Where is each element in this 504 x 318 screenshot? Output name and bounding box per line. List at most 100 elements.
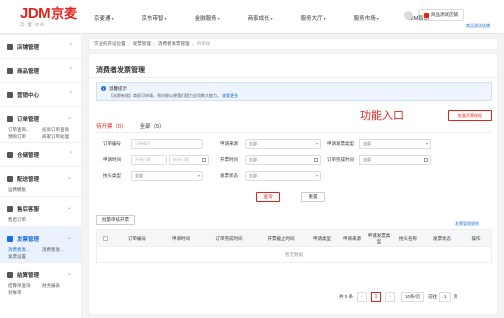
sidebar-sub-statement[interactable]: 对账单 [8,290,22,296]
filter-label: 申请发票类型 [327,141,354,146]
column-header: 抬头名称 [399,236,417,241]
shop-sub-link[interactable]: 商品测试店铺 [466,23,490,29]
sidebar-item-orders[interactable]: 订单管理 ⌄ 订单查询... 投诉订单查询 预购订单 商家订单处理 [0,107,81,143]
chevron-down-icon: ▾ [315,141,318,146]
invoice-status-select[interactable]: 全部 ▾ [245,171,321,181]
order-number-placeholder: 订单编号 [135,141,151,146]
chevron-down-icon: ▾ [315,173,318,178]
logo-slogan: 用 · 懂 · 你 的 [20,22,45,27]
breadcrumb-current: 待审核 [196,41,211,46]
sidebar-sub-order-query[interactable]: 订单查询... [8,127,30,133]
filter-row: 申请时间 开始日期 结束日期 开票时间 全部 订单完成时间 全部 [89,155,499,166]
open-time-select[interactable]: 全部 [245,155,321,165]
calendar-icon [424,158,428,162]
sidebar-sub-finance-report[interactable]: 财务报表 [42,283,60,289]
sidebar-item-goods[interactable]: 商品管理 › [0,59,81,83]
goods-icon [7,68,13,74]
nav-service-hall[interactable]: 服务大厅▾ [301,14,340,22]
chevron-down-icon: ▾ [376,16,379,21]
column-header: 申请来源 [343,236,361,241]
sidebar-sub-aftersale-orders[interactable]: 售后订单 [8,217,26,223]
sidebar-item-aftersale[interactable]: 售后客服 ⌄ 售后订单 [0,197,81,227]
apply-start-date[interactable]: 开始日期 [131,155,167,165]
breadcrumb-item[interactable]: 京业的开设位置 [94,41,126,47]
sidebar-item-label: 店铺管理 [17,45,40,51]
breadcrumb: 京业的开设位置 / 发票管理 / 消费者发票管理 / 待审核 [88,38,498,50]
next-page-button[interactable]: › [385,292,396,302]
sidebar: 店铺管理 › 商品管理 › 营销中心 › 订单管理 ⌄ 订单查询... 投诉订单查询 预… [0,35,82,318]
avatar[interactable] [404,10,413,20]
nav-service-market[interactable]: 服务市场▾ [354,14,393,22]
order-done-time-select[interactable]: 全部 [359,155,431,165]
column-header: 申请类型 [313,236,331,241]
invoice-icon [7,236,13,242]
sidebar-sub-merchant-order[interactable]: 商家订单处理 [42,134,69,140]
page-number[interactable]: 1 [371,292,382,302]
invoice-table: 订单编号 申请时间 订单完成时间 开票截止时间 申请类型 申请来源 申请发票类型… [96,229,492,263]
invoice-status-value: 全部 [249,173,257,178]
nav-jd-daizhi[interactable]: 京东带智▾ [142,14,181,22]
settlement-icon [7,272,13,278]
filter-label: 抬头类型 [103,173,121,178]
logo-jdm: JDM [20,5,51,22]
sidebar-sub-presale[interactable]: 预购订单 [8,134,26,140]
sidebar-item-settlement[interactable]: 结算管理 ⌄ 结算单查询 财务报表 对账单 [0,263,81,299]
batch-review-button[interactable]: 批量审核开票 [96,215,135,225]
sidebar-sub-consumer-invoice[interactable]: 消费者发... [8,247,30,253]
column-header: 申请时间 [172,236,190,241]
sidebar-sub-settle-query[interactable]: 结算单查询 [8,283,31,289]
sidebar-item-store[interactable]: 店铺管理 › [0,35,81,59]
chevron-down-icon: ⌄ [66,235,72,241]
source-select[interactable]: 全部 ▾ [245,139,321,149]
sidebar-sub-complaint[interactable]: 投诉订单查询 [42,127,69,133]
sidebar-item-label: 仓储管理 [17,153,40,159]
search-button[interactable]: 查询 [256,192,280,202]
chevron-down-icon: ▾ [197,173,200,178]
sidebar-sub-consumer-invoice-2[interactable]: 消费者发... [42,247,64,253]
breadcrumb-separator: / [153,41,156,47]
sidebar-sub-freight[interactable]: 运费模板 [8,187,26,193]
sidebar-item-label: 发票管理 [17,237,40,243]
info-icon: i [101,86,106,91]
sidebar-sub-invoice-settings[interactable]: 发票设置 [8,254,26,260]
nav-finance[interactable]: 金融服务▾ [195,14,234,22]
invoice-type-select[interactable]: 全部 ▾ [359,139,431,149]
filter-label: 订单编号 [103,141,121,146]
head-type-value: 全部 [135,173,143,178]
source-value: 全部 [249,141,257,146]
column-header: 申请发票类型 [367,233,391,244]
page-unit: 页 [453,294,458,299]
goto-label: 前往 [428,294,438,299]
sidebar-item-invoice[interactable]: 发票管理 ⌄ 消费者发... 消费者发... 发票设置 [0,227,81,263]
sidebar-item-warehouse[interactable]: 仓储管理 › [0,143,81,167]
user-area: 商品测试店铺 [404,9,464,21]
head-type-select[interactable]: 全部 ▾ [131,171,203,181]
breadcrumb-item[interactable]: 消费者发票管理 [158,41,190,47]
reset-button[interactable]: 重置 [301,192,325,202]
breadcrumb-separator: / [192,41,194,47]
invoice-type-value: 全部 [363,141,371,146]
column-header: 操作 [471,236,481,241]
apply-end-date[interactable]: 结束日期 [169,155,209,165]
prev-page-button[interactable]: ‹ [357,292,368,302]
invoice-rules-link[interactable]: 发票管理规则 [455,221,479,227]
order-number-input[interactable]: 订单编号 [131,139,203,149]
sidebar-item-delivery[interactable]: 配送管理 ⌄ 运费模板 [0,167,81,197]
end-date-placeholder: 结束日期 [173,157,189,162]
chevron-right-icon: › [70,66,72,72]
breadcrumb-item[interactable]: 发票管理 [133,41,151,47]
shop-switcher[interactable]: 商品测试店铺 [418,9,464,21]
nav-merchant-growth[interactable]: 商家成长▾ [248,14,287,22]
sidebar-item-label: 售后客服 [17,207,40,213]
select-all-checkbox[interactable] [103,236,108,241]
brand-logo[interactable]: JDM 京麦 [20,6,77,21]
goto-page-input[interactable]: 1 [439,292,452,302]
chevron-down-icon: ▾ [111,16,114,21]
notice-link[interactable]: 查看更多 [222,93,238,98]
sidebar-item-marketing[interactable]: 营销中心 › [0,83,81,107]
nav-jingmaitong[interactable]: 京麦通▾ [94,14,128,22]
batch-authorize-button[interactable]: 批量开票授权 [448,110,492,121]
column-header: 开票截止时间 [267,236,295,241]
page-size-select[interactable]: 10条/页 [401,292,425,302]
logo-cn: 京麦 [51,6,78,21]
